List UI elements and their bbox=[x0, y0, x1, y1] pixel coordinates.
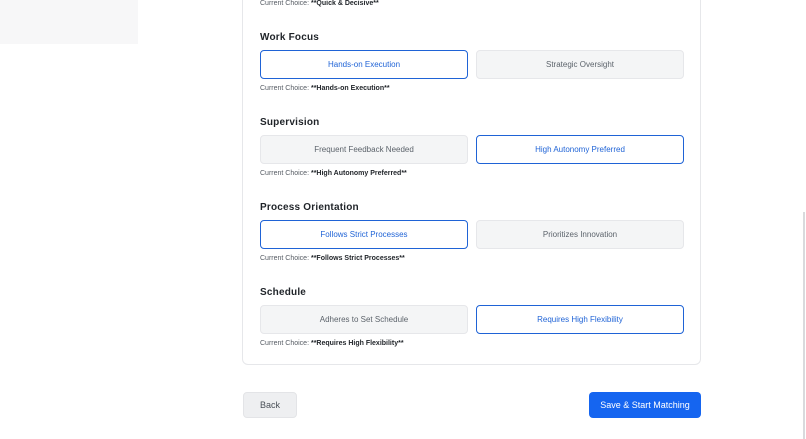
current-choice-prefix: Current Choice: bbox=[260, 85, 311, 92]
save-and-start-matching-button[interactable]: Save & Start Matching bbox=[589, 392, 701, 418]
option-adheres-to-set-schedule[interactable]: Adheres to Set Schedule bbox=[260, 305, 468, 334]
left-panel bbox=[0, 0, 138, 44]
current-choice-process-orientation: Current Choice: **Follows Strict Process… bbox=[260, 255, 405, 262]
current-choice-top: Current Choice: **Quick & Decisive** bbox=[260, 0, 379, 7]
option-label: Adheres to Set Schedule bbox=[319, 315, 409, 324]
option-label: Strategic Oversight bbox=[545, 60, 615, 69]
current-choice-prefix: Current Choice: bbox=[260, 0, 311, 7]
section-title-schedule: Schedule bbox=[260, 287, 307, 298]
current-choice-value: **Requires High Flexibility** bbox=[310, 340, 404, 347]
current-choice-value: **Follows Strict Processes** bbox=[310, 255, 405, 262]
option-requires-high-flexibility[interactable]: Requires High Flexibility bbox=[476, 305, 684, 334]
option-label: Prioritizes Innovation bbox=[542, 230, 618, 239]
option-frequent-feedback-needed[interactable]: Frequent Feedback Needed bbox=[260, 135, 468, 164]
option-follows-strict-processes[interactable]: Follows Strict Processes bbox=[260, 220, 468, 249]
back-button[interactable]: Back bbox=[243, 392, 297, 418]
section-title-process-orientation: Process Orientation bbox=[260, 202, 359, 213]
option-label: Hands-on Execution bbox=[327, 60, 401, 69]
option-high-autonomy-preferred[interactable]: High Autonomy Preferred bbox=[476, 135, 684, 164]
current-choice-supervision: Current Choice: **High Autonomy Preferre… bbox=[260, 170, 407, 177]
current-choice-prefix: Current Choice: bbox=[260, 255, 311, 262]
current-choice-prefix: Current Choice: bbox=[260, 340, 311, 347]
current-choice-work-focus: Current Choice: **Hands-on Execution** bbox=[260, 85, 390, 92]
option-strategic-oversight[interactable]: Strategic Oversight bbox=[476, 50, 684, 79]
current-choice-prefix: Current Choice: bbox=[260, 170, 311, 177]
scrollbar[interactable] bbox=[803, 212, 805, 439]
option-label: Requires High Flexibility bbox=[537, 315, 623, 324]
option-prioritizes-innovation[interactable]: Prioritizes Innovation bbox=[476, 220, 684, 249]
option-label: High Autonomy Preferred bbox=[535, 145, 625, 154]
current-choice-schedule: Current Choice: **Requires High Flexibil… bbox=[260, 340, 404, 347]
option-hands-on-execution[interactable]: Hands-on Execution bbox=[260, 50, 468, 79]
option-label: Frequent Feedback Needed bbox=[314, 145, 414, 154]
current-choice-value: **Hands-on Execution** bbox=[310, 85, 390, 92]
section-title-supervision: Supervision bbox=[260, 117, 320, 128]
current-choice-value: **High Autonomy Preferred** bbox=[310, 170, 407, 177]
option-label: Follows Strict Processes bbox=[320, 230, 408, 239]
section-title-work-focus: Work Focus bbox=[260, 32, 320, 43]
current-choice-value: **Quick & Decisive** bbox=[310, 0, 379, 7]
